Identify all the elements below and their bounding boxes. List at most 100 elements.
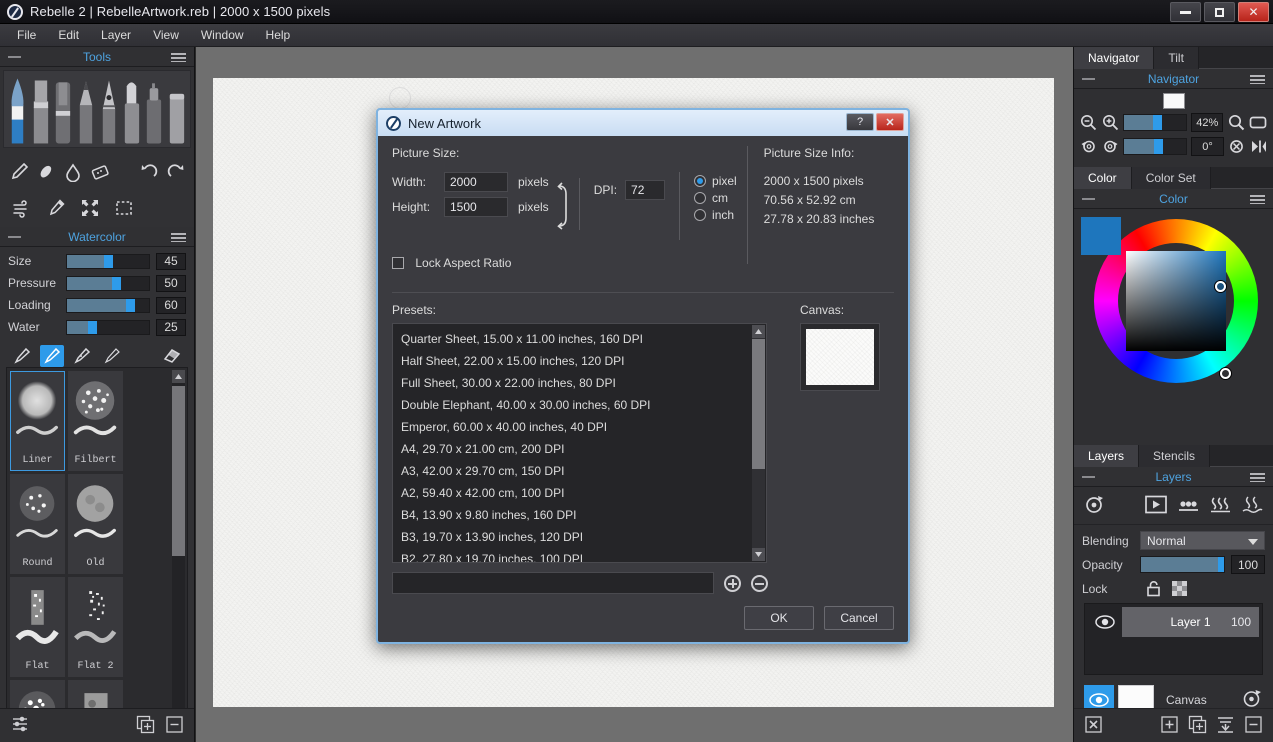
maximize-button[interactable] [1204, 2, 1235, 22]
lock-open-icon[interactable] [1140, 580, 1166, 597]
rotate-cw-icon[interactable] [1102, 137, 1120, 156]
color-menu-icon[interactable] [1250, 195, 1265, 204]
dialog-close-button[interactable]: ✕ [876, 113, 904, 131]
menu-item-layer[interactable]: Layer [90, 25, 142, 45]
close-button[interactable]: ✕ [1238, 2, 1269, 22]
opacity-slider[interactable] [1140, 556, 1225, 573]
tab-tilt[interactable]: Tilt [1154, 47, 1199, 69]
width-input[interactable]: 2000 [444, 172, 508, 192]
layer-visibility-icon[interactable] [1088, 615, 1122, 629]
cancel-button[interactable]: Cancel [824, 606, 894, 630]
layer-row-layer-1[interactable]: Layer 1 100 [1088, 607, 1259, 637]
ink-pen-tool-icon[interactable] [98, 75, 119, 147]
layer-name-cell[interactable]: Layer 1 100 [1122, 607, 1259, 637]
collapse-icon[interactable] [8, 56, 21, 58]
plus-circle-icon[interactable] [724, 575, 741, 592]
preset-item[interactable]: B2, 27.80 x 19.70 inches, 100 DPI [393, 548, 766, 563]
presets-list[interactable]: Quarter Sheet, 15.00 x 11.00 inches, 160… [392, 323, 767, 563]
eraser-icon[interactable] [87, 157, 112, 187]
loading-slider[interactable] [66, 298, 150, 313]
minus-circle-icon[interactable] [751, 575, 768, 592]
flip-horizontal-icon[interactable] [1249, 137, 1267, 156]
duplicate-brush-icon[interactable] [136, 715, 155, 737]
ok-button[interactable]: OK [744, 606, 814, 630]
brush-thin-icon[interactable] [100, 345, 124, 367]
saturation-value-square[interactable] [1126, 251, 1226, 351]
menu-item-view[interactable]: View [142, 25, 190, 45]
marker-tool-icon[interactable] [52, 75, 73, 147]
pressure-slider[interactable] [66, 276, 150, 291]
hue-cursor-icon[interactable] [1220, 368, 1231, 379]
brush-preset-round[interactable]: Round [10, 474, 65, 574]
menu-item-file[interactable]: File [6, 25, 47, 45]
collapse-watercolor-icon[interactable] [8, 236, 21, 238]
tab-navigator[interactable]: Navigator [1074, 47, 1154, 69]
lock-aspect-ratio-checkbox[interactable]: Lock Aspect Ratio [392, 256, 737, 270]
brush-icon[interactable] [6, 157, 31, 187]
presets-scroll-up-button[interactable] [752, 325, 765, 338]
preset-item[interactable]: A3, 42.00 x 29.70 cm, 150 DPI [393, 460, 766, 482]
selection-icon[interactable] [108, 193, 140, 223]
rotate-ccw-icon[interactable] [1080, 137, 1098, 156]
watercolor-menu-icon[interactable] [171, 233, 186, 242]
transform-icon[interactable] [74, 193, 106, 223]
layer-list[interactable]: Layer 1 100 [1084, 603, 1263, 675]
collapse-color-icon[interactable] [1082, 198, 1095, 200]
tab-stencils[interactable]: Stencils [1139, 445, 1210, 467]
brush-preset-filbert[interactable]: Filbert [68, 371, 123, 471]
menu-item-help[interactable]: Help [255, 25, 302, 45]
layers-menu-icon[interactable] [1250, 473, 1265, 482]
brush-preset-flat-2[interactable]: Flat 2 [68, 577, 123, 677]
zoom-in-icon[interactable] [1102, 113, 1120, 132]
undo-icon[interactable] [136, 157, 161, 187]
wet-icon[interactable] [1210, 495, 1231, 517]
brush-grid-scrollbar[interactable] [172, 370, 185, 734]
preset-item[interactable]: A2, 59.40 x 42.00 cm, 100 DPI [393, 482, 766, 504]
presets-scrollbar-thumb[interactable] [752, 339, 765, 469]
zoom-fit-icon[interactable] [1227, 113, 1245, 132]
rotation-slider[interactable] [1123, 138, 1187, 155]
unit-option-cm[interactable]: cm [694, 191, 737, 205]
play-icon[interactable] [1145, 495, 1167, 517]
pressure-value[interactable]: 50 [156, 275, 186, 292]
watercolor-brush-tool-icon[interactable] [7, 75, 28, 147]
size-value[interactable]: 45 [156, 253, 186, 270]
scroll-up-button[interactable] [172, 370, 185, 383]
tools-menu-icon[interactable] [171, 53, 186, 62]
water-flow-icon[interactable] [1242, 495, 1263, 517]
zoom-out-icon[interactable] [1080, 113, 1098, 132]
opacity-value[interactable]: 100 [1231, 555, 1265, 574]
add-layer-icon[interactable] [1160, 715, 1179, 737]
rotation-value[interactable]: 0° [1191, 137, 1223, 156]
menu-item-window[interactable]: Window [190, 25, 255, 45]
zoom-slider[interactable] [1123, 114, 1187, 131]
merge-down-icon[interactable] [1216, 715, 1235, 737]
presets-scrollbar[interactable] [752, 325, 765, 561]
tab-layers[interactable]: Layers [1074, 445, 1139, 467]
menu-item-edit[interactable]: Edit [47, 25, 90, 45]
brush-preset-grid[interactable]: Liner Filbert Round [6, 367, 188, 737]
pastel-tool-icon[interactable] [166, 75, 187, 147]
delete-brush-icon[interactable] [165, 715, 184, 737]
preset-item[interactable]: Double Elephant, 40.00 x 30.00 inches, 6… [393, 394, 766, 416]
blow-icon[interactable] [6, 193, 38, 223]
tab-color-set[interactable]: Color Set [1132, 167, 1211, 189]
navigator-thumbnail[interactable] [1163, 93, 1185, 109]
eraser-diamond-icon[interactable] [160, 345, 184, 367]
preset-item[interactable]: Quarter Sheet, 15.00 x 11.00 inches, 160… [393, 328, 766, 350]
unit-option-inch[interactable]: inch [694, 208, 737, 222]
preset-item[interactable]: B4, 13.90 x 9.80 inches, 160 DPI [393, 504, 766, 526]
remove-layer-icon[interactable] [1244, 715, 1263, 737]
scrollbar-thumb[interactable] [172, 386, 185, 556]
preset-item[interactable]: Full Sheet, 30.00 x 22.00 inches, 80 DPI [393, 372, 766, 394]
brush-settings-icon[interactable] [10, 714, 30, 737]
brush-mid-icon[interactable] [70, 345, 94, 367]
water-slider[interactable] [66, 320, 150, 335]
preset-name-input[interactable] [392, 572, 714, 594]
pencil-tool-icon[interactable] [75, 75, 96, 147]
brush-wet-icon[interactable] [40, 345, 64, 367]
dry-layer-icon[interactable] [1084, 494, 1105, 518]
preset-item[interactable]: B3, 19.70 x 13.90 inches, 120 DPI [393, 526, 766, 548]
brush-dry-icon[interactable] [10, 345, 34, 367]
smudge-icon[interactable] [33, 157, 58, 187]
